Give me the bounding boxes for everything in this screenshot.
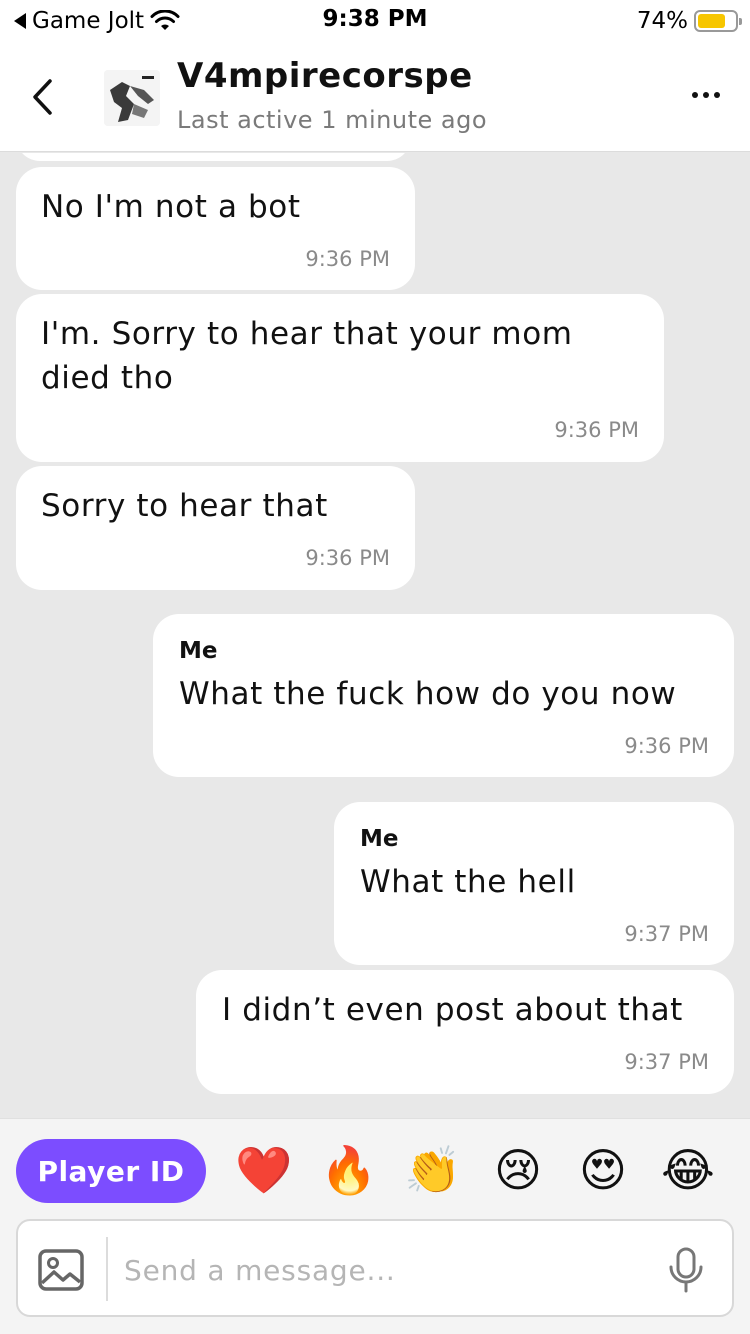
back-button[interactable] xyxy=(22,72,62,122)
microphone-button[interactable] xyxy=(666,1245,706,1295)
message-bubble-received[interactable]: I'm. Sorry to hear that your mom died th… xyxy=(16,294,664,462)
message-text: No I'm not a bot xyxy=(41,189,301,225)
message-time: 9:37 PM xyxy=(624,1050,709,1074)
message-time: 9:36 PM xyxy=(554,418,639,442)
input-divider xyxy=(106,1237,108,1301)
message-bubble-sent[interactable]: I didn’t even post about that 9:37 PM xyxy=(196,970,734,1094)
message-input-box xyxy=(16,1219,734,1317)
message-text: What the hell xyxy=(360,864,576,900)
message-bubble-received[interactable]: Sorry to hear that 9:36 PM xyxy=(16,466,415,590)
message-text: What the fuck how do you now xyxy=(179,676,677,712)
message-time: 9:36 PM xyxy=(305,546,390,570)
emoji-sad-button[interactable]: 😢 xyxy=(489,1141,547,1199)
composer-area: Player ID ❤️ 🔥 👏 😢 😍 😂 xyxy=(0,1118,750,1334)
message-text: I didn’t even post about that xyxy=(222,992,683,1028)
message-input[interactable] xyxy=(124,1245,644,1295)
message-text-line: I'm. Sorry to hear that your mom xyxy=(41,316,573,352)
battery-fill xyxy=(698,14,725,28)
avatar-image xyxy=(104,70,160,126)
more-dot-icon xyxy=(692,92,698,98)
chat-header: V4mpirecorspe Last active 1 minute ago xyxy=(0,42,750,152)
more-options-button[interactable] xyxy=(686,80,726,110)
more-dot-icon xyxy=(714,92,720,98)
message-bubble-partial xyxy=(16,153,411,161)
more-dot-icon xyxy=(703,92,709,98)
message-bubble-sent[interactable]: Me What the fuck how do you now 9:36 PM xyxy=(153,614,734,777)
player-id-button[interactable]: Player ID xyxy=(16,1139,206,1203)
message-text-line: died tho xyxy=(41,360,174,396)
contact-last-active: Last active 1 minute ago xyxy=(177,106,487,134)
battery-icon xyxy=(694,10,742,32)
image-icon xyxy=(38,1249,84,1291)
message-time: 9:37 PM xyxy=(624,922,709,946)
battery-percent: 74% xyxy=(636,8,688,34)
message-bubble-sent[interactable]: Me What the hell 9:37 PM xyxy=(334,802,734,965)
status-bar: Game Jolt 9:38 PM 74% xyxy=(0,0,750,42)
chevron-left-icon xyxy=(33,79,52,115)
battery-status: 74% xyxy=(636,6,742,36)
emoji-heart-eyes-button[interactable]: 😍 xyxy=(574,1141,632,1199)
message-time: 9:36 PM xyxy=(305,247,390,271)
emoji-clap-button[interactable]: 👏 xyxy=(404,1141,462,1199)
avatar[interactable] xyxy=(104,70,160,126)
message-list[interactable]: No I'm not a bot 9:36 PM I'm. Sorry to h… xyxy=(0,153,750,1118)
message-text: Sorry to hear that xyxy=(41,488,328,524)
emoji-heart-button[interactable]: ❤️ xyxy=(235,1141,293,1199)
message-sender: Me xyxy=(179,638,218,664)
emoji-laugh-button[interactable]: 😂 xyxy=(659,1141,717,1199)
attach-image-button[interactable] xyxy=(36,1245,86,1295)
message-bubble-received[interactable]: No I'm not a bot 9:36 PM xyxy=(16,167,415,290)
message-time: 9:36 PM xyxy=(624,734,709,758)
message-sender: Me xyxy=(360,826,399,852)
emoji-fire-button[interactable]: 🔥 xyxy=(320,1141,378,1199)
contact-name[interactable]: V4mpirecorspe xyxy=(177,56,473,96)
microphone-icon xyxy=(669,1247,703,1293)
